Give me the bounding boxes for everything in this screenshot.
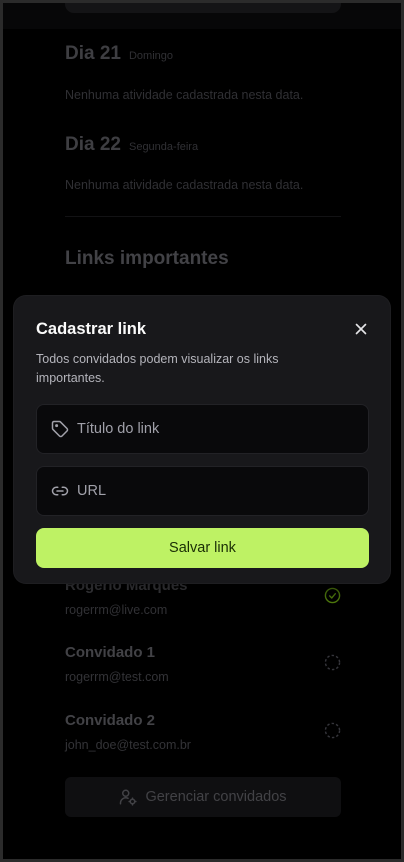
app-frame: Dia 21 Domingo Nenhuma atividade cadastr…	[3, 3, 401, 859]
link-title-field[interactable]	[36, 404, 369, 454]
url-field[interactable]	[36, 466, 369, 516]
tag-icon	[51, 420, 69, 438]
modal-description: Todos convidados podem visualizar os lin…	[36, 352, 279, 385]
url-input[interactable]	[77, 483, 337, 499]
register-link-modal: Cadastrar link Todos convidados podem vi…	[14, 296, 390, 583]
link-title-input[interactable]	[77, 421, 337, 437]
modal-title: Cadastrar link	[36, 320, 147, 338]
save-link-button[interactable]: Salvar link	[36, 528, 369, 568]
link-icon	[51, 486, 69, 496]
close-icon[interactable]	[352, 320, 370, 338]
